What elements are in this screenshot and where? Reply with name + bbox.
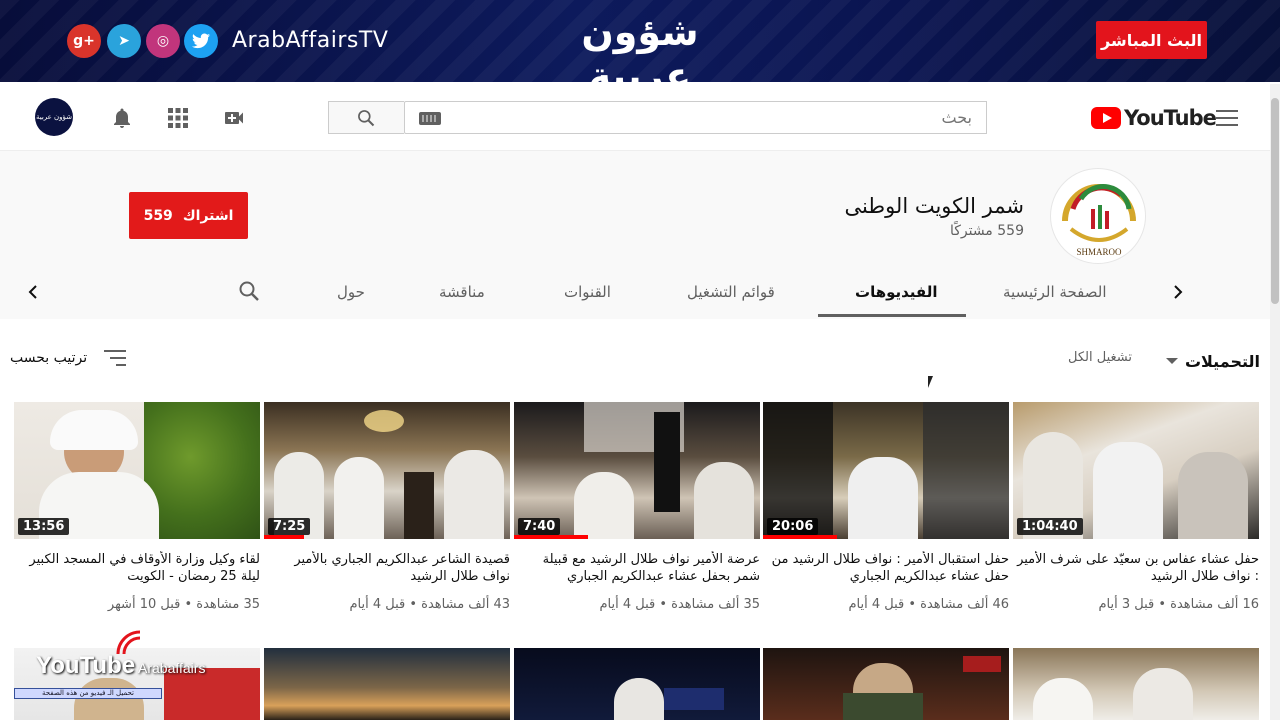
- chevron-left-icon[interactable]: [25, 284, 41, 300]
- chevron-right-icon[interactable]: [1170, 284, 1186, 300]
- video-card[interactable]: 20:06 حفل استقبال الأمير : نواف طلال الر…: [763, 402, 1009, 612]
- watch-progress-bar: [514, 535, 588, 539]
- youtube-watermark-overlay: YouTube Arabaffairs تحميل الـ فيديو من ه…: [14, 630, 262, 720]
- youtube-logo[interactable]: YouTube: [1091, 106, 1217, 130]
- sort-icon[interactable]: [104, 350, 126, 366]
- video-title[interactable]: حفل عشاء عفاس بن سعيّد على شرف الأمير : …: [1013, 551, 1259, 587]
- video-card[interactable]: 7:40 عرضة الأمير نواف طلال الرشيد مع قبي…: [514, 402, 760, 612]
- video-duration: 7:25: [268, 518, 311, 535]
- video-thumbnail[interactable]: 20:06: [763, 402, 1009, 539]
- search-box: [404, 101, 987, 134]
- video-thumbnail[interactable]: [1013, 648, 1259, 720]
- video-meta: 35 مشاهدة • قبل 10 أشهر: [107, 597, 260, 612]
- uploads-dropdown-icon[interactable]: [1166, 358, 1178, 364]
- instagram-glyph: ◎: [156, 33, 170, 49]
- subscribe-count: 559: [143, 207, 173, 224]
- channel-header: SHMAROO شمر الكويت الوطنى 559 مشتركًا اش…: [0, 151, 1270, 319]
- channel-name: شمر الكويت الوطنى: [844, 194, 1024, 218]
- download-video-bar[interactable]: تحميل الـ فيديو من هذه الصفحة: [14, 688, 162, 699]
- watch-progress-bar: [763, 535, 837, 539]
- page-scrollbar[interactable]: [1270, 84, 1280, 720]
- video-thumbnail[interactable]: 7:40: [514, 402, 760, 539]
- scrollbar-thumb[interactable]: [1271, 98, 1279, 304]
- apps-grid-icon[interactable]: [166, 106, 190, 130]
- mouse-cursor-icon: [928, 376, 933, 388]
- search-button[interactable]: [328, 101, 404, 134]
- youtube-wordmark: YouTube: [1124, 106, 1217, 130]
- tab-playlists[interactable]: قوائم التشغيل: [687, 283, 775, 301]
- telegram-icon[interactable]: ➤: [107, 24, 141, 58]
- youtube-play-icon: [1091, 107, 1121, 129]
- avatar-label: شؤون عربية: [35, 113, 73, 121]
- google-plus-glyph: g+: [73, 33, 95, 49]
- video-thumbnail[interactable]: [514, 648, 760, 720]
- keyboard-icon[interactable]: [419, 112, 441, 125]
- tab-channels[interactable]: القنوات: [564, 283, 611, 301]
- video-thumbnail[interactable]: 7:25: [264, 402, 510, 539]
- video-title[interactable]: حفل استقبال الأمير : نواف طلال الرشيد من…: [763, 551, 1009, 587]
- video-duration: 13:56: [18, 518, 70, 535]
- channel-logo[interactable]: SHMAROO: [1050, 168, 1146, 264]
- play-all-link[interactable]: تشغيل الكل: [1060, 350, 1132, 365]
- video-thumbnail[interactable]: [264, 648, 510, 720]
- sort-by-button[interactable]: ترتيب بحسب: [10, 350, 87, 366]
- twitter-icon[interactable]: [184, 24, 218, 58]
- watermark-channel-text: Arabaffairs: [138, 660, 206, 676]
- channel-tabs: الصفحة الرئيسية الفيديوهات قوائم التشغيل…: [0, 261, 1270, 319]
- video-thumbnail[interactable]: 1:04:40: [1013, 402, 1259, 539]
- hamburger-menu-icon[interactable]: [1216, 110, 1238, 126]
- subscriber-count: 559 مشتركًا: [949, 223, 1024, 239]
- channel-search-icon[interactable]: [237, 279, 261, 303]
- bell-icon[interactable]: [110, 106, 134, 130]
- video-thumbnail[interactable]: 13:56: [14, 402, 260, 539]
- instagram-icon[interactable]: ◎: [146, 24, 180, 58]
- video-card[interactable]: 7:25 قصيدة الشاعر عبدالكريم الجباري بالأ…: [264, 402, 510, 612]
- video-duration: 1:04:40: [1017, 518, 1083, 535]
- subscribe-button[interactable]: اشتراك 559: [129, 192, 248, 239]
- video-meta: 16 ألف مشاهدة • قبل 3 أيام: [1098, 597, 1259, 612]
- video-card[interactable]: 1:04:40 حفل عشاء عفاس بن سعيّد على شرف ا…: [1013, 402, 1259, 612]
- telegram-glyph: ➤: [118, 33, 130, 49]
- subscribe-label: اشتراك: [182, 207, 234, 224]
- video-thumbnail[interactable]: [763, 648, 1009, 720]
- watermark-youtube-text: YouTube: [36, 652, 136, 679]
- shuoon-arabia-logo: شؤون عربية: [581, 10, 699, 82]
- video-title[interactable]: عرضة الأمير نواف طلال الرشيد مع قبيلة شم…: [514, 551, 760, 587]
- video-meta: 46 ألف مشاهدة • قبل 4 أيام: [848, 597, 1009, 612]
- top-banner: g+ ➤ ◎ ArabAffairsTV شؤون عربية البث الم…: [0, 0, 1280, 82]
- watch-progress-bar: [264, 535, 304, 539]
- google-plus-icon[interactable]: g+: [67, 24, 101, 58]
- search-input[interactable]: [405, 102, 986, 133]
- video-title[interactable]: لقاء وكيل وزارة الأوقاف في المسجد الكبير…: [14, 551, 260, 587]
- active-tab-indicator: [818, 314, 966, 317]
- uploads-toolbar: التحميلات تشغيل الكل ترتيب بحسب: [0, 330, 1270, 386]
- tab-discussion[interactable]: مناقشة: [439, 283, 485, 301]
- youtube-header: شؤون عربية YouTube: [0, 84, 1270, 151]
- tab-videos[interactable]: الفيديوهات: [855, 283, 938, 301]
- video-meta: 43 ألف مشاهدة • قبل 4 أيام: [349, 597, 510, 612]
- video-duration: 20:06: [767, 518, 819, 535]
- channel-handle[interactable]: ArabAffairsTV: [232, 28, 388, 53]
- video-meta: 35 ألف مشاهدة • قبل 4 أيام: [599, 597, 760, 612]
- channel-logo-caption: SHMAROO: [1076, 247, 1122, 257]
- search-icon: [358, 110, 375, 127]
- tab-about[interactable]: حول: [337, 283, 365, 301]
- video-card[interactable]: 13:56 لقاء وكيل وزارة الأوقاف في المسجد …: [14, 402, 260, 612]
- video-duration: 7:40: [518, 518, 561, 535]
- tab-home[interactable]: الصفحة الرئيسية: [1003, 283, 1107, 301]
- create-video-icon[interactable]: [222, 106, 246, 130]
- twitter-bird-icon: [192, 33, 210, 49]
- avatar[interactable]: شؤون عربية: [35, 98, 73, 136]
- video-title[interactable]: قصيدة الشاعر عبدالكريم الجباري بالأمير ن…: [264, 551, 510, 587]
- live-stream-button[interactable]: البث المباشر: [1096, 21, 1207, 59]
